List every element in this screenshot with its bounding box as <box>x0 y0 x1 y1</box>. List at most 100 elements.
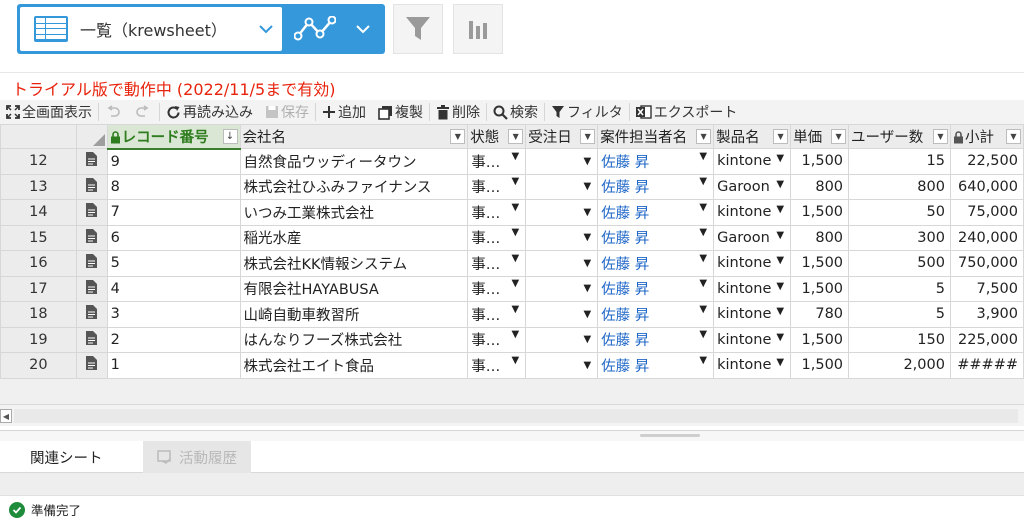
cell-company[interactable]: 山崎自動車教習所 <box>239 301 469 328</box>
table-row[interactable]: 15 6 稲光水産 事… ▼ ▼ 佐藤 昇 ▼ Garoon ▼ 800 300 240,000 <box>0 224 1024 251</box>
dropdown-icon[interactable]: ▼ <box>696 129 712 144</box>
cell-company[interactable]: 有限会社HAYABUSA <box>239 275 469 302</box>
cell-product[interactable]: Garoon ▼ <box>713 173 792 200</box>
column-header-product[interactable]: 製品名 ▼ <box>713 124 792 149</box>
cell-price[interactable]: 780 <box>790 301 850 328</box>
dropdown-icon[interactable]: ▼ <box>508 129 524 144</box>
cell-users[interactable]: 5 <box>848 301 951 328</box>
cell-status[interactable]: 事… ▼ <box>467 148 527 175</box>
document-icon[interactable] <box>75 224 108 251</box>
cell-users[interactable]: 15 <box>848 148 951 175</box>
scroll-left-icon[interactable]: ◀ <box>0 409 12 423</box>
cell-users[interactable]: 500 <box>848 250 951 277</box>
cell-company[interactable]: いつみ工業株式会社 <box>239 199 469 226</box>
graph-button[interactable] <box>285 4 385 54</box>
tab-activity-history[interactable]: 活動履歴 <box>143 441 251 473</box>
cell-subtotal[interactable]: 22,500 <box>949 148 1024 175</box>
row-number[interactable]: 12 <box>0 148 77 175</box>
cell-subtotal[interactable]: 225,000 <box>949 326 1024 353</box>
cell-status[interactable]: 事… ▼ <box>467 250 527 277</box>
corner-cell[interactable] <box>75 124 108 149</box>
filter-funnel-button[interactable] <box>393 4 443 54</box>
sort-desc-icon[interactable]: ↓ <box>222 128 238 144</box>
save-button[interactable]: 保存 <box>259 100 315 124</box>
column-header-order-date[interactable]: 受注日 ▼ <box>525 124 599 149</box>
cell-company[interactable]: 自然食品ウッディータウン <box>239 148 469 175</box>
document-icon[interactable] <box>75 148 108 175</box>
cell-record-no[interactable]: 3 <box>106 301 241 328</box>
document-icon[interactable] <box>75 250 108 277</box>
document-icon[interactable] <box>75 326 108 353</box>
row-number[interactable]: 19 <box>0 326 77 353</box>
copy-button[interactable]: 複製 <box>372 100 429 124</box>
cell-status[interactable]: 事… ▼ <box>467 173 527 200</box>
table-row[interactable]: 18 3 山崎自動車教習所 事… ▼ ▼ 佐藤 昇 ▼ kintone ▼ 780 5 3,900 <box>0 301 1024 328</box>
cell-company[interactable]: 株式会社エイト食品 <box>239 352 469 379</box>
table-row[interactable]: 17 4 有限会社HAYABUSA 事… ▼ ▼ 佐藤 昇 ▼ kintone ▼ 1,500 5 7,… <box>0 275 1024 302</box>
cell-subtotal[interactable]: 3,900 <box>949 301 1024 328</box>
column-header-price[interactable]: 単価 ▼ <box>790 124 850 149</box>
search-button[interactable]: 検索 <box>487 100 544 124</box>
corner-cell[interactable] <box>0 124 77 149</box>
cell-price[interactable]: 800 <box>790 224 850 251</box>
cell-product[interactable]: kintone ▼ <box>713 250 792 277</box>
cell-order-date[interactable]: ▼ <box>525 148 599 175</box>
cell-price[interactable]: 1,500 <box>790 352 850 379</box>
row-number[interactable]: 17 <box>0 275 77 302</box>
chevron-down-icon[interactable] <box>345 4 381 54</box>
cell-product[interactable]: kintone ▼ <box>713 199 792 226</box>
document-icon[interactable] <box>75 173 108 200</box>
cell-order-date[interactable]: ▼ <box>525 173 599 200</box>
dropdown-icon[interactable]: ▼ <box>580 129 596 144</box>
cell-order-date[interactable]: ▼ <box>525 224 599 251</box>
cell-price[interactable]: 800 <box>790 173 850 200</box>
delete-button[interactable]: 削除 <box>430 100 486 124</box>
cell-product[interactable]: Garoon ▼ <box>713 224 792 251</box>
cell-company[interactable]: はんなりフーズ株式会社 <box>239 326 469 353</box>
cell-order-date[interactable]: ▼ <box>525 326 599 353</box>
dropdown-icon[interactable]: ▼ <box>773 129 789 144</box>
cell-record-no[interactable]: 1 <box>106 352 241 379</box>
cell-price[interactable]: 1,500 <box>790 326 850 353</box>
cell-order-date[interactable]: ▼ <box>525 301 599 328</box>
row-number[interactable]: 18 <box>0 301 77 328</box>
cell-price[interactable]: 1,500 <box>790 148 850 175</box>
dropdown-icon[interactable]: ▼ <box>932 129 948 144</box>
filter-button[interactable]: フィルタ <box>545 100 629 124</box>
column-header-company[interactable]: 会社名 ▼ <box>239 124 469 149</box>
cell-owner[interactable]: 佐藤 昇 ▼ <box>597 224 715 251</box>
table-row[interactable]: 20 1 株式会社エイト食品 事… ▼ ▼ 佐藤 昇 ▼ kintone ▼ 1,500 2,000 #… <box>0 352 1024 379</box>
cell-owner[interactable]: 佐藤 昇 ▼ <box>597 326 715 353</box>
cell-product[interactable]: kintone ▼ <box>713 275 792 302</box>
cell-record-no[interactable]: 4 <box>106 275 241 302</box>
cell-product[interactable]: kintone ▼ <box>713 148 792 175</box>
cell-owner[interactable]: 佐藤 昇 ▼ <box>597 199 715 226</box>
reload-button[interactable]: 再読み込み <box>160 100 259 124</box>
cell-status[interactable]: 事… ▼ <box>467 326 527 353</box>
cell-users[interactable]: 5 <box>848 275 951 302</box>
cell-company[interactable]: 株式会社ひふみファイナンス <box>239 173 469 200</box>
column-header-record-no[interactable]: レコード番号 ↓ <box>106 124 241 150</box>
column-header-status[interactable]: 状態 ▼ <box>467 124 527 149</box>
add-button[interactable]: 追加 <box>316 100 372 124</box>
cell-record-no[interactable]: 6 <box>106 224 241 251</box>
cell-status[interactable]: 事… ▼ <box>467 199 527 226</box>
cell-status[interactable]: 事… ▼ <box>467 275 527 302</box>
cell-owner[interactable]: 佐藤 昇 ▼ <box>597 148 715 175</box>
cell-price[interactable]: 1,500 <box>790 199 850 226</box>
cell-product[interactable]: kintone ▼ <box>713 301 792 328</box>
column-header-users[interactable]: ユーザー数 ▼ <box>848 124 951 149</box>
tab-related-sheet[interactable]: 関連シート <box>16 441 117 473</box>
document-icon[interactable] <box>75 352 108 379</box>
cell-users[interactable]: 150 <box>848 326 951 353</box>
cell-order-date[interactable]: ▼ <box>525 250 599 277</box>
table-row[interactable]: 13 8 株式会社ひふみファイナンス 事… ▼ ▼ 佐藤 昇 ▼ Garoon ▼ 800 800 64… <box>0 173 1024 200</box>
splitter-grip[interactable] <box>640 434 700 437</box>
cell-price[interactable]: 1,500 <box>790 250 850 277</box>
row-number[interactable]: 15 <box>0 224 77 251</box>
dropdown-icon[interactable]: ▼ <box>831 129 847 144</box>
cell-company[interactable]: 稲光水産 <box>239 224 469 251</box>
table-row[interactable]: 14 7 いつみ工業株式会社 事… ▼ ▼ 佐藤 昇 ▼ kintone ▼ 1,500 50 75,0… <box>0 199 1024 226</box>
cell-subtotal[interactable]: ##### <box>949 352 1024 379</box>
cell-status[interactable]: 事… ▼ <box>467 352 527 379</box>
